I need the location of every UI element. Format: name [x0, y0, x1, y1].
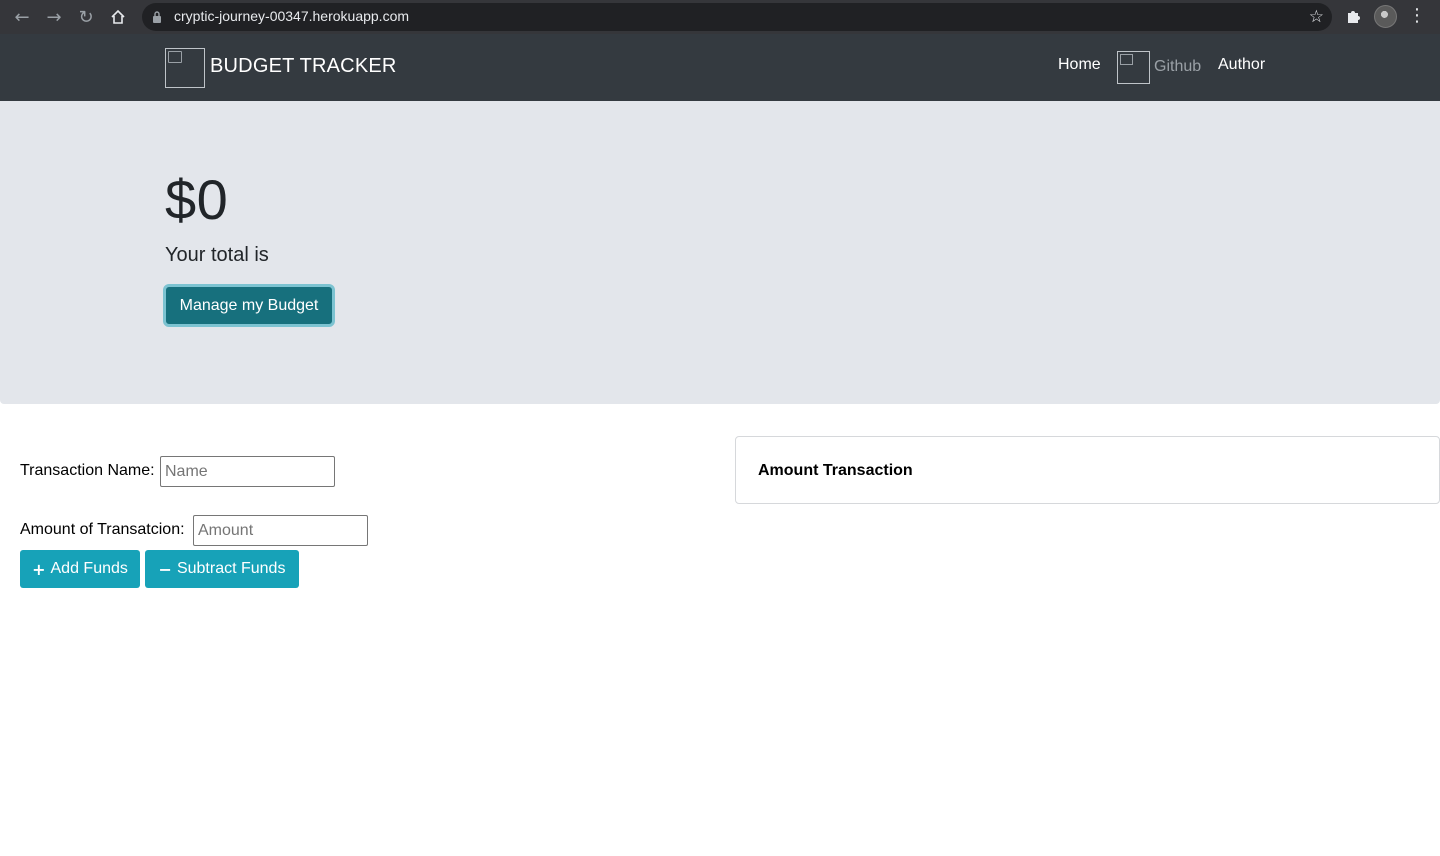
- url-text: cryptic-journey-00347.herokuapp.com: [174, 8, 410, 24]
- minus-icon: −: [158, 559, 172, 579]
- lock-icon: [153, 11, 161, 23]
- transaction-name-label: Transaction Name:: [20, 462, 155, 479]
- total-label: Your total is: [165, 244, 269, 266]
- nav-link-author[interactable]: Author: [1218, 56, 1265, 74]
- broken-image-icon: [168, 51, 182, 63]
- site-navbar: BUDGET TRACKER Home Github Author: [0, 34, 1440, 101]
- broken-image-icon: [1120, 54, 1133, 65]
- add-funds-label: Add Funds: [50, 560, 128, 577]
- back-icon[interactable]: ←: [10, 5, 34, 29]
- transaction-amount-label: Amount of Transatcion:: [20, 521, 185, 538]
- add-funds-button[interactable]: + Add Funds: [20, 550, 140, 588]
- plus-icon: +: [32, 559, 46, 579]
- forward-icon[interactable]: →: [42, 5, 66, 29]
- brand-title[interactable]: BUDGET TRACKER: [210, 55, 397, 78]
- subtract-funds-label: Subtract Funds: [176, 560, 286, 577]
- home-icon[interactable]: [106, 5, 130, 29]
- transaction-name-input[interactable]: [160, 456, 335, 487]
- transactions-header: Amount Transaction: [758, 462, 913, 479]
- browser-toolbar: ← → ↻ cryptic-journey-00347.herokuapp.co…: [0, 0, 1440, 34]
- profile-avatar[interactable]: [1374, 5, 1397, 28]
- transactions-card: Amount Transaction: [735, 436, 1440, 504]
- transaction-amount-input[interactable]: [193, 515, 368, 546]
- reload-icon[interactable]: ↻: [74, 5, 98, 29]
- github-logo-image[interactable]: [1117, 51, 1150, 84]
- nav-link-home[interactable]: Home: [1058, 56, 1101, 74]
- address-bar[interactable]: cryptic-journey-00347.herokuapp.com ☆: [142, 3, 1332, 31]
- extensions-icon[interactable]: [1343, 5, 1365, 27]
- brand-logo-image[interactable]: [165, 48, 205, 88]
- menu-icon[interactable]: ⋮: [1408, 5, 1426, 29]
- subtract-funds-button[interactable]: − Subtract Funds: [145, 550, 299, 588]
- total-jumbotron: $0 Your total is Manage my Budget: [0, 101, 1440, 404]
- manage-budget-button[interactable]: Manage my Budget: [163, 284, 335, 327]
- total-amount: $0: [165, 168, 229, 231]
- nav-link-github[interactable]: Github: [1154, 58, 1201, 76]
- star-icon[interactable]: ☆: [1309, 7, 1324, 27]
